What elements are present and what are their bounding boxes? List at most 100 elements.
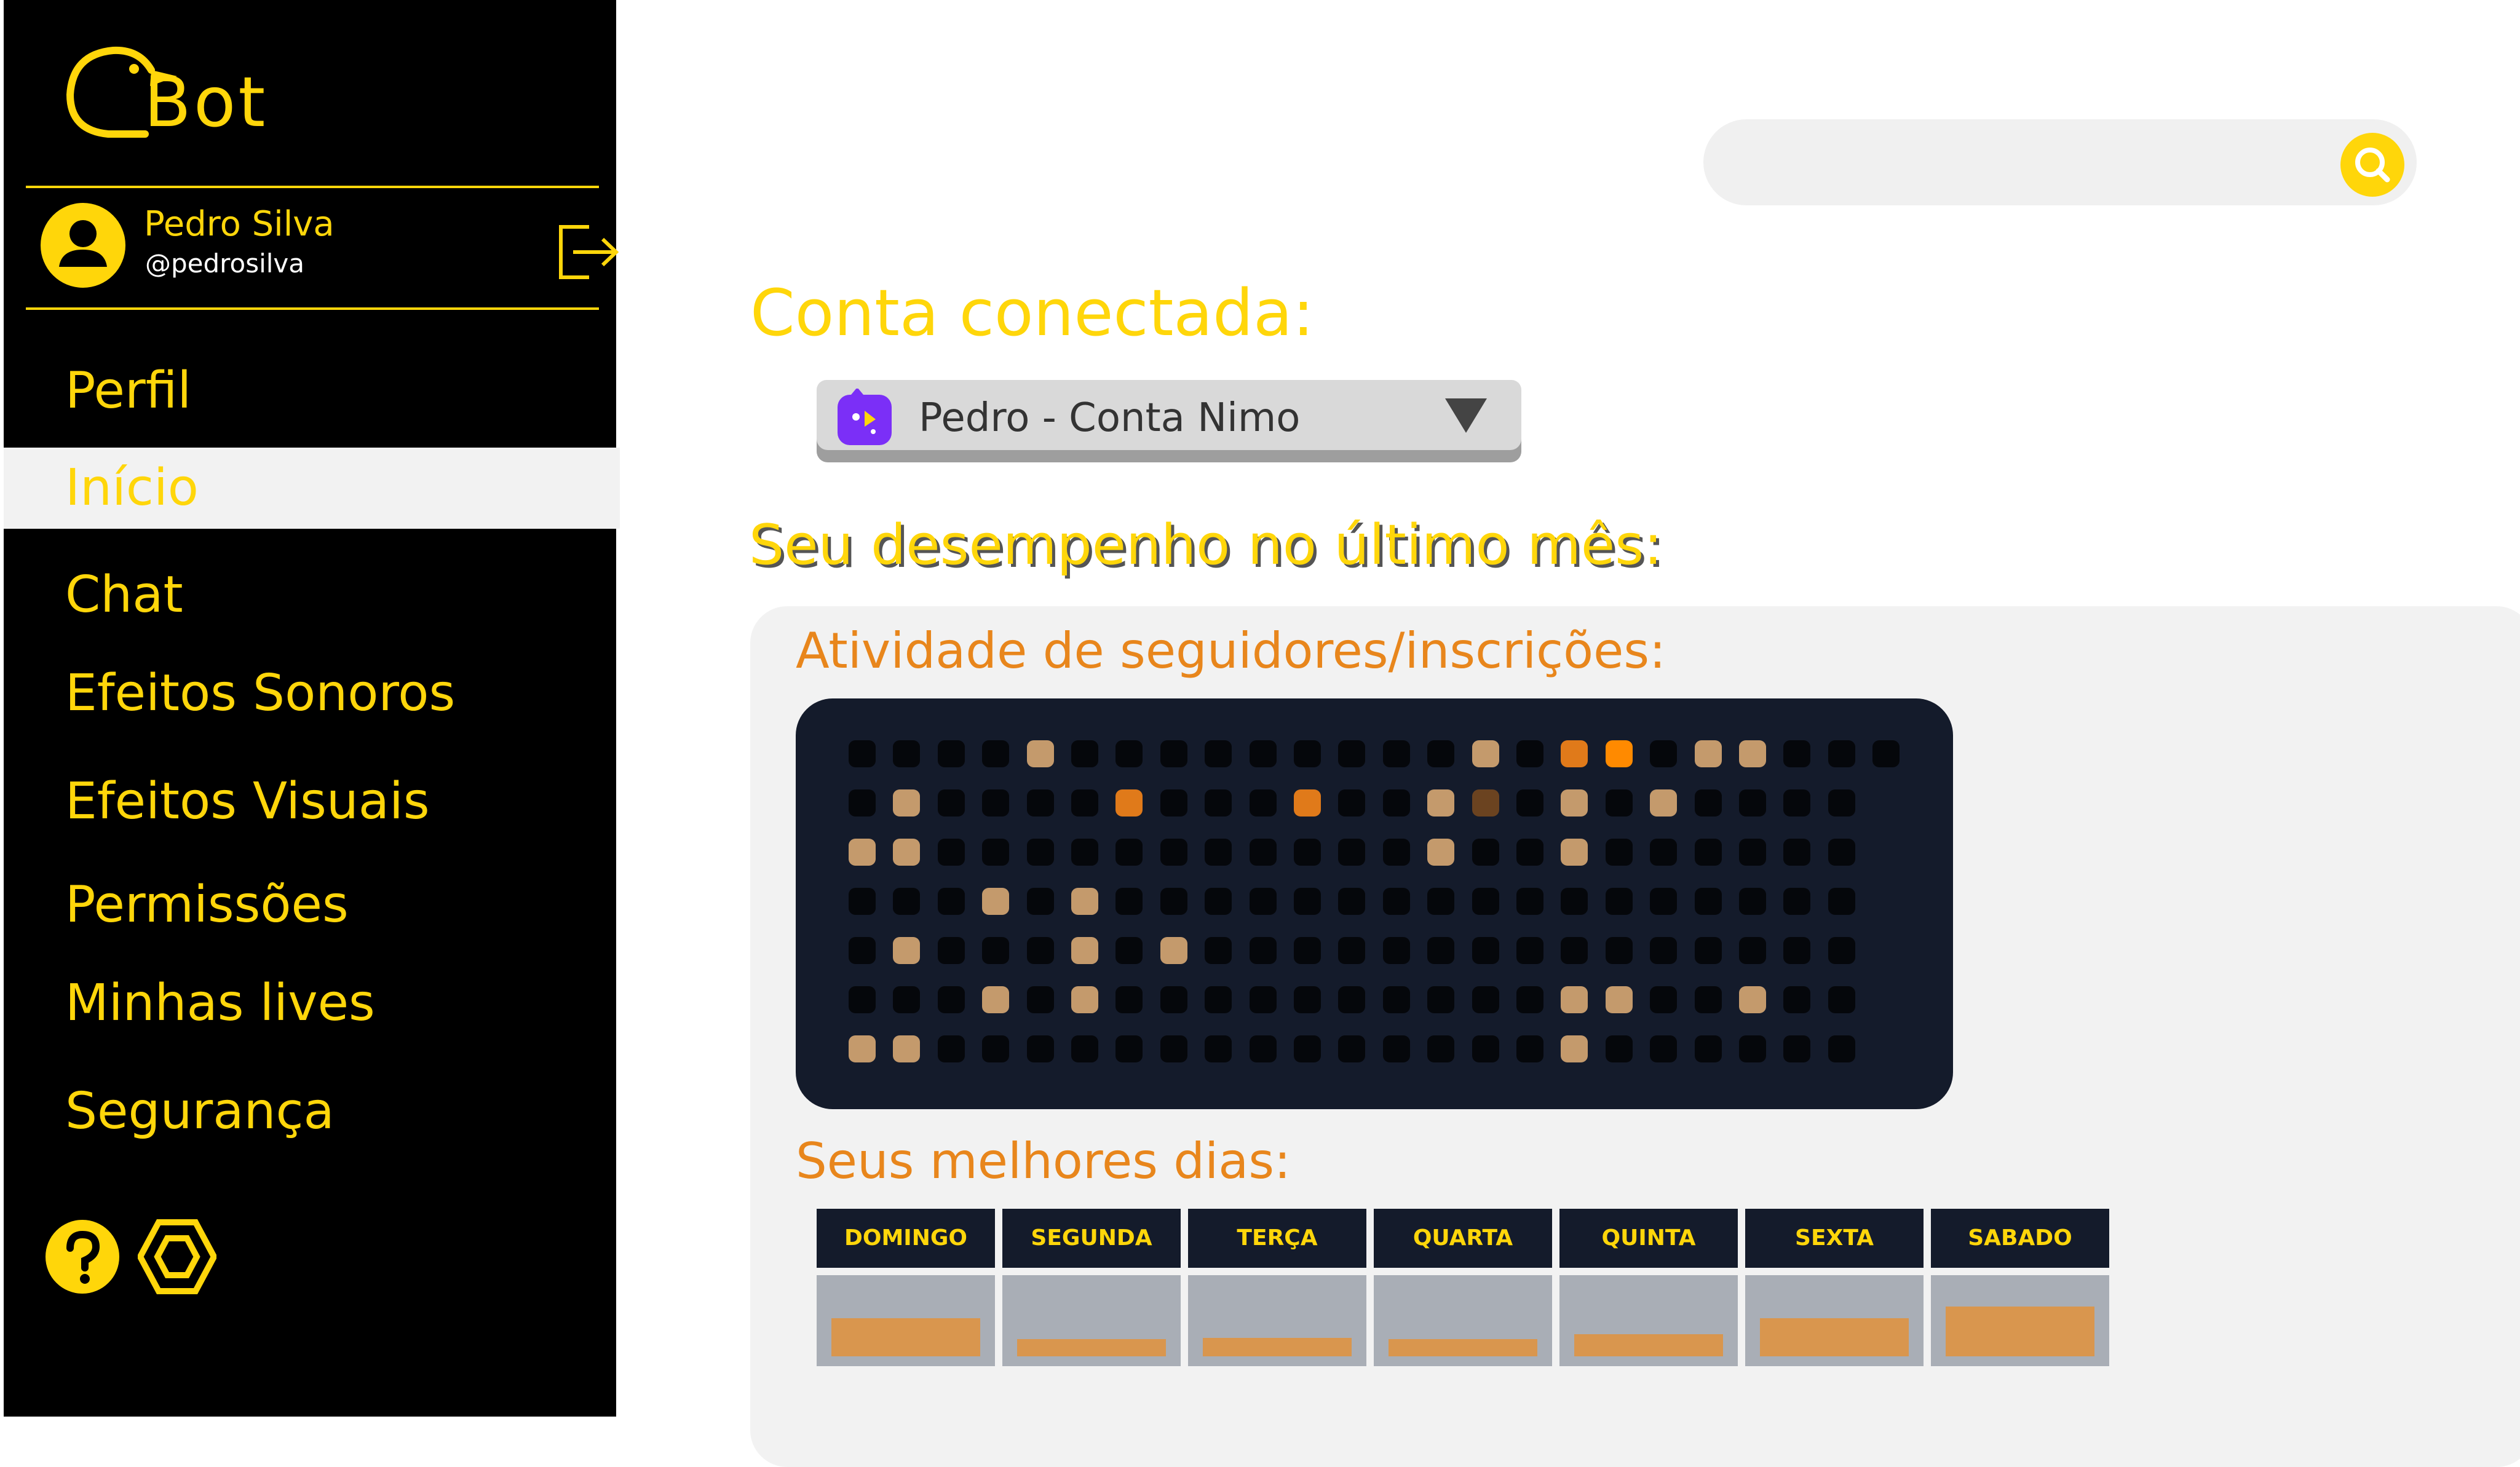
- user-avatar-icon: [41, 203, 125, 288]
- heatmap-cell: [1294, 740, 1321, 767]
- nimo-icon: [835, 387, 894, 448]
- heatmap-cell: [1472, 789, 1499, 817]
- heatmap-cell: [1338, 1035, 1366, 1062]
- heatmap-cell: [1382, 839, 1410, 866]
- heatmap-cell: [1026, 937, 1054, 964]
- heatmap-cell: [1561, 937, 1588, 964]
- heatmap-cell: [1115, 839, 1143, 866]
- heatmap-cell: [982, 937, 1010, 964]
- heatmap-cell: [1026, 888, 1054, 915]
- performance-title: Seu desempenho no último mês:: [749, 513, 1663, 577]
- heatmap-cell: [1160, 1035, 1187, 1062]
- heatmap-cell: [1828, 937, 1855, 964]
- heatmap-cell: [1427, 937, 1455, 964]
- day-header: QUINTA: [1559, 1209, 1738, 1268]
- heatmap-cell: [1739, 789, 1766, 817]
- heatmap-cell: [893, 789, 921, 817]
- heatmap-cell: [1160, 839, 1187, 866]
- heatmap-cell: [1650, 937, 1678, 964]
- day-bar: [1574, 1334, 1723, 1356]
- heatmap-cell: [1115, 740, 1143, 767]
- heatmap-cell: [937, 839, 965, 866]
- heatmap-cell: [1783, 839, 1811, 866]
- heatmap-cell: [1294, 839, 1321, 866]
- activity-label: Atividade de seguidores/inscrições:: [796, 622, 1666, 679]
- heatmap-cell: [1605, 937, 1633, 964]
- nav-inicio[interactable]: Início: [4, 448, 620, 529]
- account-dropdown[interactable]: Pedro - Conta Nimo: [817, 380, 1521, 462]
- nav-minhas-lives[interactable]: Minhas lives: [4, 963, 620, 1044]
- heatmap-cell: [1338, 937, 1366, 964]
- heatmap-cell: [1650, 888, 1678, 915]
- bot-logo: Bot: [65, 38, 265, 161]
- heatmap-cell: [1205, 789, 1232, 817]
- help-icon[interactable]: [44, 1219, 121, 1295]
- heatmap-cell: [1516, 888, 1543, 915]
- settings-icon[interactable]: [137, 1219, 218, 1295]
- heatmap-cell: [937, 986, 965, 1013]
- heatmap-cell: [849, 839, 876, 866]
- heatmap-cell: [1026, 839, 1054, 866]
- day-bar: [1389, 1339, 1537, 1356]
- logout-icon[interactable]: [555, 218, 620, 286]
- heatmap-cell: [1605, 1035, 1633, 1062]
- nav-seguranca[interactable]: Segurança: [4, 1071, 620, 1152]
- heatmap-cell: [1071, 789, 1098, 817]
- nav-efeitos-sonoros[interactable]: Efeitos Sonoros: [4, 653, 620, 734]
- heatmap-cell: [937, 740, 965, 767]
- heatmap-cell: [1516, 937, 1543, 964]
- heatmap-cell: [1605, 888, 1633, 915]
- heatmap-cell: [849, 937, 876, 964]
- heatmap-cell: [1160, 888, 1187, 915]
- day-bar-cell: [1559, 1275, 1738, 1366]
- search-input[interactable]: [1734, 138, 2290, 188]
- day-header: DOMINGO: [817, 1209, 995, 1268]
- heatmap-cell: [1160, 986, 1187, 1013]
- dropdown-arrow-icon[interactable]: [1444, 396, 1488, 435]
- heatmap-cell: [1205, 986, 1232, 1013]
- heatmap-cell: [982, 1035, 1010, 1062]
- nav-chat[interactable]: Chat: [4, 555, 620, 636]
- heatmap-cell: [1872, 740, 1900, 767]
- heatmap-cell: [1249, 986, 1277, 1013]
- sidebar: Bot Pedro Silva @pedrosilva Perfil Iníci…: [0, 0, 620, 1417]
- nav-efeitos-visuais[interactable]: Efeitos Visuais: [4, 761, 620, 842]
- heatmap-cell: [1828, 740, 1855, 767]
- heatmap-cell: [1382, 740, 1410, 767]
- heatmap-cell: [1071, 888, 1098, 915]
- search-bar: [1703, 119, 2417, 205]
- heatmap-cell: [1694, 789, 1722, 817]
- heatmap-cell: [1249, 839, 1277, 866]
- heatmap-cell: [1739, 986, 1766, 1013]
- logo-text: Bot: [144, 63, 268, 143]
- heatmap-cell: [1338, 839, 1366, 866]
- heatmap-cell: [1115, 789, 1143, 817]
- heatmap-cell: [1249, 1035, 1277, 1062]
- account-selected-value: Pedro - Conta Nimo: [919, 395, 1301, 441]
- heatmap-cell: [1516, 839, 1543, 866]
- heatmap-cell: [1026, 1035, 1054, 1062]
- heatmap-cell: [893, 1035, 921, 1062]
- heatmap-cell: [1205, 888, 1232, 915]
- heatmap-cell: [1071, 839, 1098, 866]
- heatmap-cell: [1382, 888, 1410, 915]
- search-icon[interactable]: [2340, 133, 2404, 197]
- heatmap-cell: [1115, 888, 1143, 915]
- heatmap-cell: [1783, 937, 1811, 964]
- user-handle: @pedrosilva: [145, 248, 305, 279]
- nav-permissoes[interactable]: Permissões: [4, 864, 620, 946]
- heatmap-cell: [1516, 1035, 1543, 1062]
- heatmap-cell: [1605, 839, 1633, 866]
- heatmap-cell: [1650, 839, 1678, 866]
- heatmap-cell: [1828, 986, 1855, 1013]
- heatmap-cell: [1294, 1035, 1321, 1062]
- heatmap-cell: [1739, 937, 1766, 964]
- heatmap-cell: [849, 740, 876, 767]
- heatmap-cell: [1026, 740, 1054, 767]
- heatmap-cell: [1294, 986, 1321, 1013]
- heatmap-cell: [1026, 986, 1054, 1013]
- nav-perfil[interactable]: Perfil: [4, 350, 620, 432]
- heatmap-cell: [1115, 986, 1143, 1013]
- heatmap-cell: [1739, 740, 1766, 767]
- day-header: SEGUNDA: [1002, 1209, 1181, 1268]
